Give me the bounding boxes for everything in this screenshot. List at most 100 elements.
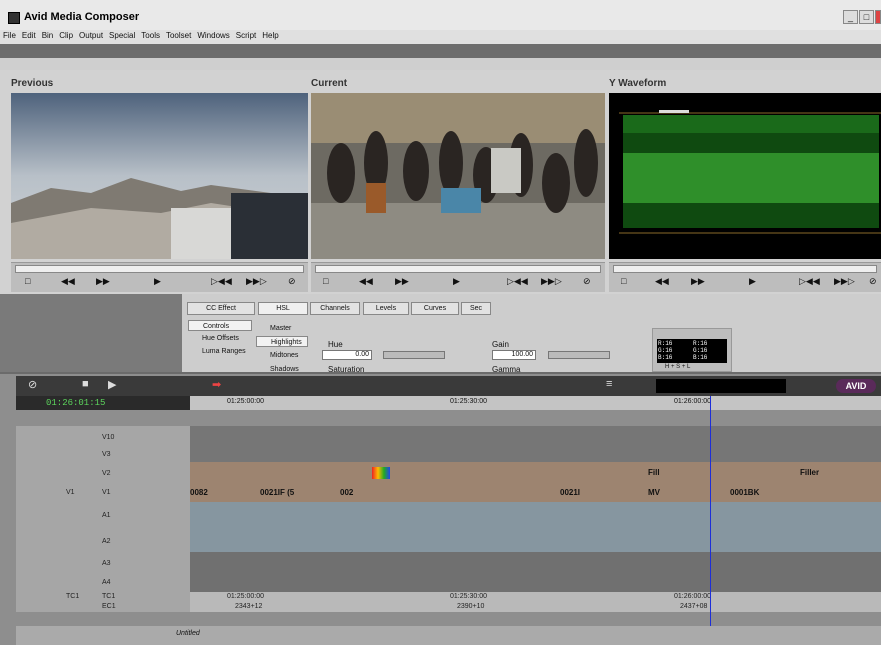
menu-item-windows[interactable]: Windows [194,30,232,41]
menu-item-toolset[interactable]: Toolset [163,30,194,41]
tab-levels[interactable]: Levels [363,302,409,315]
track-v10-header[interactable]: V10 [16,426,190,448]
luma-ranges-button[interactable]: Luma Ranges [188,346,252,357]
track-label-a3: A3 [102,560,111,567]
filler-label: Filler [800,468,820,477]
stop-icon[interactable]: ■ [82,378,89,390]
track-a2[interactable] [190,530,881,552]
track-a4-header[interactable]: A4 [16,574,190,592]
play-icon[interactable]: ▶ [453,276,460,287]
cancel-icon[interactable]: ⊘ [869,276,877,287]
master-button[interactable]: Master [256,323,308,334]
controls-button[interactable]: Controls [188,320,252,331]
menu-item-file[interactable]: File [0,30,19,41]
track-v10[interactable] [190,426,881,448]
rgb-left: R:16 G:16 B:16 [658,340,673,361]
step-back-icon[interactable]: ▷◀◀ [211,276,232,287]
menu-item-script[interactable]: Script [233,30,259,41]
hue-offsets-button[interactable]: Hue Offsets [188,333,252,344]
menu-item-edit[interactable]: Edit [19,30,39,41]
menu-item-tools[interactable]: Tools [138,30,163,41]
position-bar[interactable] [656,379,786,393]
cancel-icon[interactable]: ⊘ [583,276,591,287]
toolbar-strip [0,44,881,58]
track-a4[interactable] [190,574,881,592]
play-icon[interactable]: ▶ [154,276,161,287]
track-ec1-header[interactable]: EC1 [16,602,190,612]
stop-icon[interactable]: □ [323,276,328,286]
rgb-readout: R:16 G:16 B:16 [657,339,727,363]
minimize-button[interactable]: _ [843,10,858,24]
cc-effect-button[interactable]: CC Effect [187,302,255,315]
menu-item-clip[interactable]: Clip [56,30,76,41]
previous-monitor-label: Previous [11,78,54,89]
close-button[interactable] [875,10,881,24]
play-icon[interactable]: ▶ [749,276,756,287]
track-v3[interactable] [190,448,881,462]
fast-forward-icon[interactable]: ▶▶ [96,276,110,287]
track-tc1-header[interactable]: TC1 TC1 [16,592,190,602]
menu-item-output[interactable]: Output [76,30,106,41]
step-forward-icon[interactable]: ▶▶▷ [834,276,855,287]
menu-item-special[interactable]: Special [106,30,138,41]
track-label-ec1: EC1 [102,603,116,610]
midtones-button[interactable]: Midtones [256,350,308,361]
waveform-screen [609,93,881,259]
step-back-icon[interactable]: ▷◀◀ [507,276,528,287]
waveform-monitor-label: Y Waveform [609,78,667,89]
track-a3[interactable] [190,552,881,574]
rewind-icon[interactable]: ◀◀ [359,276,373,287]
red-arrow-icon[interactable]: ➡ [212,378,221,391]
fast-forward-icon[interactable]: ▶▶ [395,276,409,287]
tab-sec[interactable]: Sec [461,302,491,315]
tab-channels[interactable]: Channels [310,302,360,315]
ec1-value: 2437+08 [680,603,708,610]
track-v1-header[interactable]: V1 V1 [16,484,190,502]
track-a3-header[interactable]: A3 [16,552,190,574]
clip-label: 0001BK [730,488,760,497]
tab-hsl[interactable]: HSL [258,302,308,315]
menu-item-bin[interactable]: Bin [39,30,57,41]
gain-slider[interactable] [548,351,610,359]
step-forward-icon[interactable]: ▶▶▷ [246,276,267,287]
rgb-mode-select[interactable]: H + S + L [665,364,690,370]
hue-slider[interactable] [383,351,445,359]
previous-monitor-screen[interactable] [11,93,308,259]
track-label-a2: A2 [102,538,111,545]
effect-icon[interactable] [372,467,390,479]
track-v1[interactable]: 0082 0021IF (5 002 0021I MV 0001BK [190,484,881,502]
rewind-icon[interactable]: ◀◀ [655,276,669,287]
step-forward-icon[interactable]: ▶▶▷ [541,276,562,287]
step-back-icon[interactable]: ▷◀◀ [799,276,820,287]
track-a1-header[interactable]: A1 [16,502,190,530]
fast-forward-icon[interactable]: ▶▶ [691,276,705,287]
tc1-value: 01:25:30:00 [450,593,487,600]
highlights-button[interactable]: Highlights [256,336,308,347]
menu-item-help[interactable]: Help [259,30,281,41]
playhead[interactable] [710,396,711,626]
track-v2-header[interactable]: V2 [16,462,190,484]
rgb-right: R:16 G:16 B:16 [693,340,708,361]
stop-icon[interactable]: □ [25,276,30,286]
track-a2-header[interactable]: A2 [16,530,190,552]
current-monitor-screen[interactable] [311,93,605,259]
cancel-icon[interactable]: ⊘ [28,378,37,391]
track-v2[interactable]: Fill Filler [190,462,881,484]
track-label-v10: V10 [102,434,115,441]
maximize-button[interactable]: □ [859,10,874,24]
clip-label: 002 [340,488,354,497]
track-ec1: 2343+12 2390+10 2437+08 [190,602,881,612]
clip-label: 0021I [560,488,581,497]
menu-icon[interactable]: ≡ [606,378,612,390]
tab-curves[interactable]: Curves [411,302,459,315]
hue-value-field[interactable]: 0.00 [322,350,372,360]
track-a1[interactable] [190,502,881,530]
play-icon[interactable]: ▶ [108,378,116,391]
rewind-icon[interactable]: ◀◀ [61,276,75,287]
track-v3-header[interactable]: V3 [16,448,190,462]
gain-value-field[interactable]: 100.00 [492,350,536,360]
stop-icon[interactable]: □ [621,276,626,286]
cancel-icon[interactable]: ⊘ [288,276,296,287]
track-label-v2: V2 [102,470,111,477]
clip-label: 0021IF (5 [260,488,295,497]
